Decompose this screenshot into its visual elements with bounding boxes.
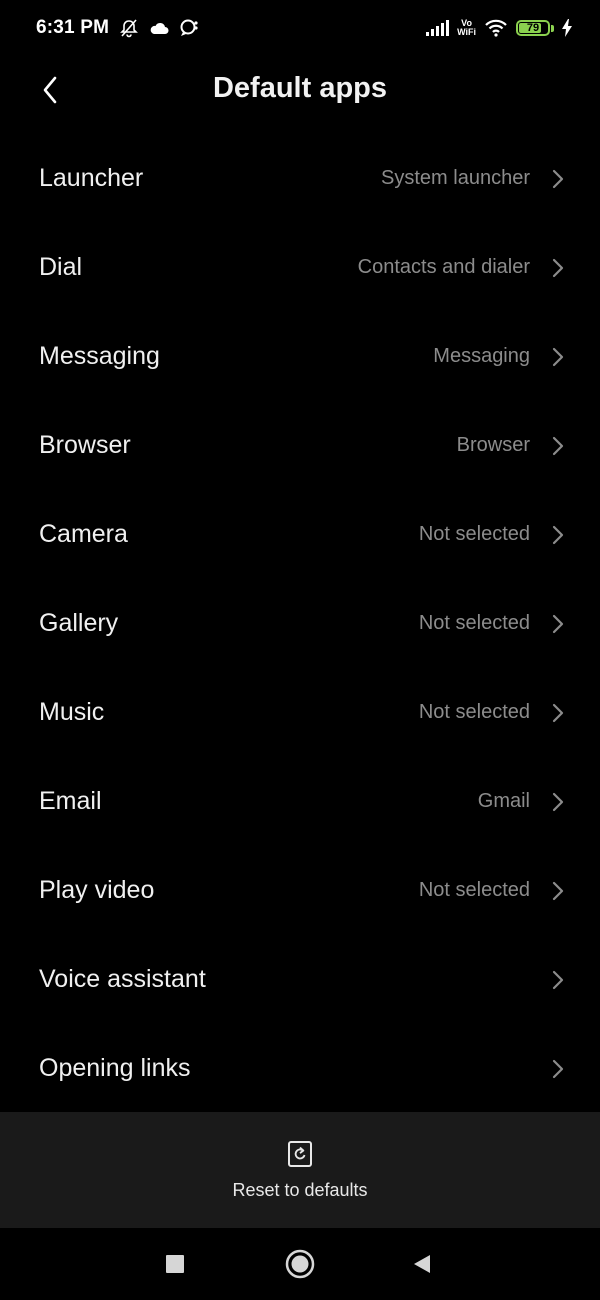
setting-value: Messaging [433,345,530,367]
setting-label: Dial [39,253,83,281]
charging-bolt-icon [562,19,572,37]
wifi-icon [484,19,508,37]
status-time: 6:31 PM [36,17,110,38]
home-button[interactable] [282,1246,318,1282]
setting-label: Email [39,787,102,815]
setting-value: System launcher [381,167,530,189]
setting-label: Gallery [39,609,119,637]
setting-row-messaging[interactable]: Messaging Messaging [0,312,600,401]
setting-row-browser[interactable]: Browser Browser [0,401,600,490]
battery-level: 79 [526,22,540,34]
chevron-right-icon [552,347,564,366]
navigation-bar [0,1228,600,1300]
nav-back-button[interactable] [404,1246,440,1282]
volte-bottom-text: WiFi [457,27,476,37]
battery-icon: 79 [516,20,550,36]
setting-label: Camera [39,520,128,548]
setting-label: Messaging [39,342,160,370]
chevron-right-icon [552,703,564,722]
reset-label: Reset to defaults [232,1179,368,1200]
chevron-right-icon [552,1059,564,1078]
setting-label: Launcher [39,164,144,192]
triangle-back-icon [414,1255,430,1273]
chevron-right-icon [552,169,564,188]
setting-value: Browser [456,434,530,456]
status-bar: 6:31 PM Vo WiFi 79 [0,0,600,56]
setting-row-email[interactable]: Email Gmail [0,757,600,846]
chevron-right-icon [552,970,564,989]
chevron-right-icon [552,792,564,811]
setting-row-dial[interactable]: Dial Contacts and dialer [0,223,600,312]
reset-icon [288,1140,312,1167]
setting-value: Not selected [418,612,530,634]
setting-value: Not selected [418,701,530,723]
page-title: Default apps [212,72,388,104]
setting-label: Opening links [39,1054,191,1082]
chevron-right-icon [552,436,564,455]
settings-list: Launcher System launcher Dial Contacts and … [0,134,600,1113]
volte-indicator: Vo WiFi [457,19,476,37]
chevron-right-icon [552,881,564,900]
setting-label: Music [39,698,105,726]
chevron-right-icon [552,614,564,633]
setting-value: Gmail [477,790,530,812]
chat-bubble-icon [179,19,199,37]
battery-tip [551,24,554,32]
square-icon [166,1255,184,1273]
status-left: 6:31 PM [36,17,199,39]
setting-row-voice-assistant[interactable]: Voice assistant [0,935,600,1024]
setting-row-launcher[interactable]: Launcher System launcher [0,134,600,223]
setting-label: Voice assistant [39,965,206,993]
setting-label: Browser [39,431,131,459]
header: Default apps [0,56,600,124]
reset-to-defaults-button[interactable]: Reset to defaults [0,1112,600,1228]
setting-row-gallery[interactable]: Gallery Not selected [0,579,600,668]
circle-icon [285,1249,315,1279]
setting-label: Play video [39,876,155,904]
status-right: Vo WiFi 79 [425,19,572,37]
setting-value: Contacts and dialer [357,256,530,278]
setting-value: Not selected [418,879,530,901]
setting-row-camera[interactable]: Camera Not selected [0,490,600,579]
setting-row-opening-links[interactable]: Opening links [0,1024,600,1113]
setting-value: Not selected [418,523,530,545]
chevron-right-icon [552,258,564,277]
chevron-right-icon [552,525,564,544]
recents-button[interactable] [157,1246,193,1282]
bell-off-icon [119,18,139,38]
setting-row-music[interactable]: Music Not selected [0,668,600,757]
signal-icon [425,20,450,36]
cloud-icon [149,21,169,35]
setting-row-play-video[interactable]: Play video Not selected [0,846,600,935]
